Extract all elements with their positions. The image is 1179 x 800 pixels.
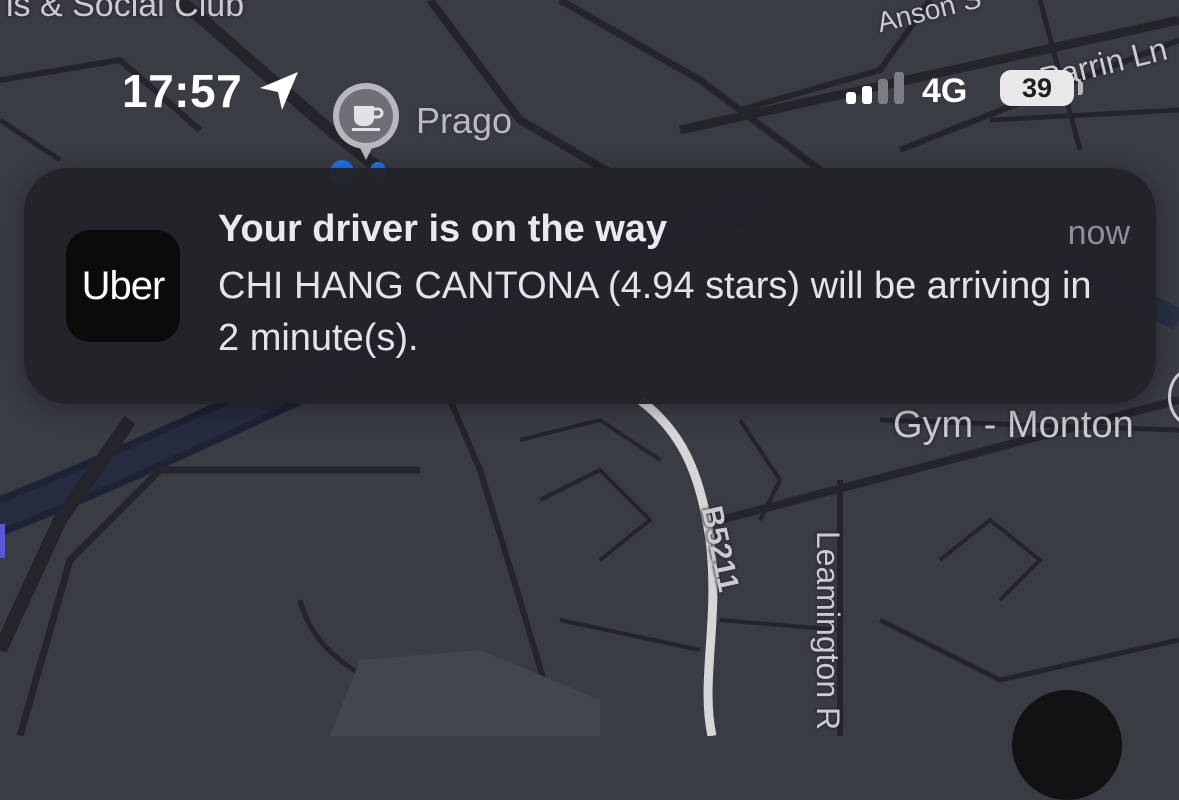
battery-cap — [1078, 81, 1083, 95]
map-label-club: is & Social Club — [6, 0, 245, 24]
notification-time: now — [1067, 214, 1130, 252]
poi-label-prago[interactable]: Prago — [416, 100, 512, 142]
location-arrow-icon — [260, 72, 298, 110]
recenter-button[interactable] — [1012, 690, 1122, 800]
cellular-signal-icon — [846, 72, 904, 104]
coffee-cup-icon[interactable] — [330, 82, 404, 166]
notification-body: CHI HANG CANTONA (4.94 stars) will be ar… — [218, 265, 1092, 359]
notification-title: Your driver is on the way — [218, 208, 668, 250]
network-type: 4G — [922, 72, 968, 110]
uber-notification[interactable]: Uber Your driver is on the way now CHI H… — [24, 168, 1156, 404]
map-label-leamington: Leamington R — [810, 530, 847, 731]
status-time: 17:57 — [122, 65, 243, 117]
battery-indicator: 39 — [1000, 70, 1074, 106]
uber-app-icon: Uber — [66, 230, 180, 342]
map-label-gym: Gym - Monton — [893, 404, 1134, 446]
